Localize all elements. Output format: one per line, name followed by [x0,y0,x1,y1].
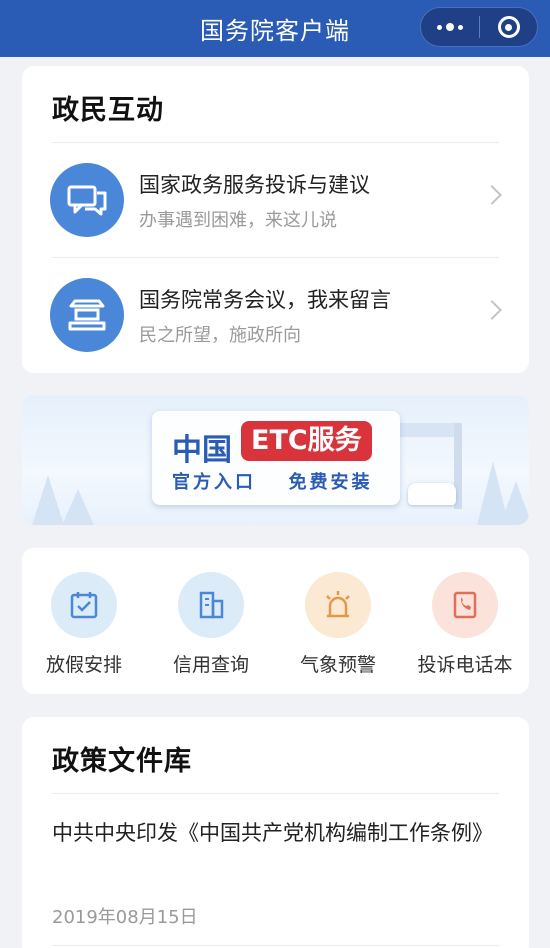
quick-item-label: 投诉电话本 [417,654,513,676]
car-graphic [408,483,456,505]
item-title: 国务院常务会议，我来留言 [139,288,391,312]
divider [52,945,499,946]
chevron-right-icon [482,300,502,320]
policy-card: 政策文件库 中共中央印发《中国共产党机构编制工作条例》 2019年08月15日 [22,717,529,948]
banner-sub-left: 官方入口 [172,472,256,493]
alarm-light-icon [305,572,371,638]
banner-brand: 中国 [172,433,232,468]
chevron-right-icon [482,185,502,205]
more-dots-icon[interactable] [421,8,479,46]
building-doc-icon [178,572,244,638]
banner-sub-right: 免费安装 [288,472,373,493]
quick-item-weather[interactable]: 气象预警 [278,572,398,677]
top-nav-bar: 国务院客户端 [0,0,550,57]
phone-book-icon [432,572,498,638]
article-date: 2019年08月15日 [52,907,198,928]
item-subtitle: 办事遇到困难，来这儿说 [139,210,337,231]
mini-program-capsule [420,7,538,47]
item-subtitle: 民之所望，施政所向 [139,325,301,346]
tree-decoration [500,481,529,525]
list-item-meeting[interactable]: 国务院常务会议，我来留言 民之所望，施政所向 [22,257,529,372]
banner-subtitle: 官方入口 免费安装 [172,468,373,494]
quick-item-label: 放假安排 [45,654,122,676]
calendar-check-icon [51,572,117,638]
divider [52,793,499,794]
building-icon [50,278,124,352]
etc-banner[interactable]: 中国 ETC服务 官方入口 免费安装 [22,395,529,525]
quick-item-phonebook[interactable]: 投诉电话本 [405,572,525,677]
tree-decoration [32,475,64,525]
quick-item-label: 气象预警 [299,654,376,676]
policy-title: 政策文件库 [52,746,192,777]
article-title-link[interactable]: 中共中央印发《中国共产党机构编制工作条例》 [52,817,505,850]
chat-bubbles-icon [50,163,124,237]
target-icon[interactable] [480,8,537,46]
quick-services-card: 放假安排 信用查询 气象预警 投诉电话本 [22,548,529,694]
banner-badge: ETC服务 [241,421,372,461]
toll-gate-graphic [392,423,462,437]
app-title: 国务院客户端 [200,17,350,45]
banner-panel: 中国 ETC服务 官方入口 免费安装 [152,411,400,505]
interaction-title: 政民互动 [52,95,164,126]
item-title: 国家政务服务投诉与建议 [139,173,370,197]
quick-item-label: 信用查询 [172,654,249,676]
interaction-card: 政民互动 国家政务服务投诉与建议 办事遇到困难，来这儿说 国务院常务会议，我来留… [22,66,529,373]
quick-item-credit[interactable]: 信用查询 [151,572,271,677]
quick-item-holiday[interactable]: 放假安排 [24,572,144,677]
tree-decoration [62,489,94,525]
list-item-complaint[interactable]: 国家政务服务投诉与建议 办事遇到困难，来这儿说 [22,142,529,257]
